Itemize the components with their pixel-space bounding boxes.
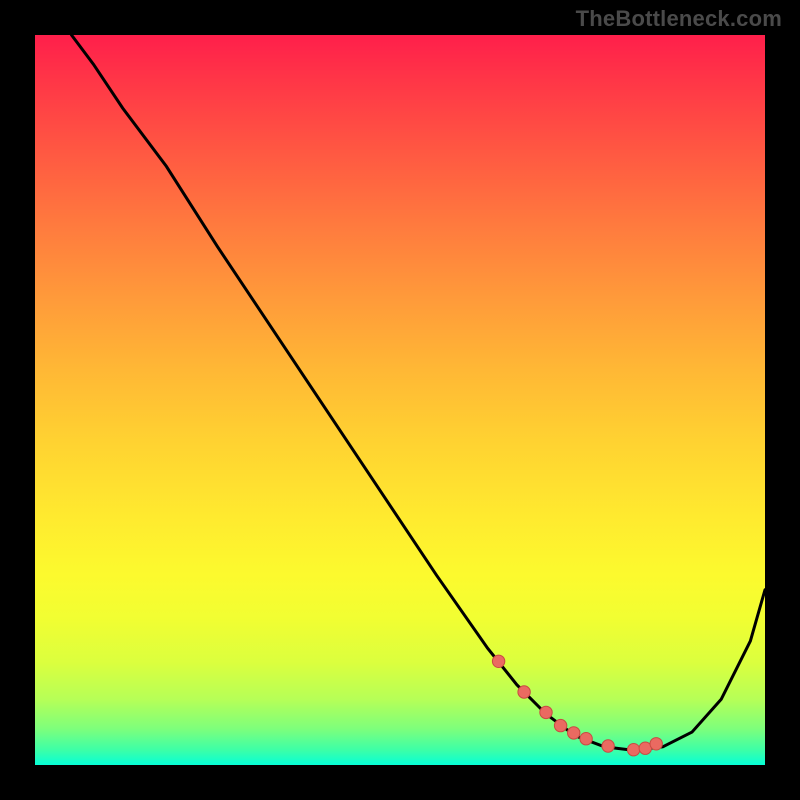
bottleneck-curve xyxy=(72,35,766,750)
plot-area xyxy=(35,35,765,765)
watermark-text: TheBottleneck.com xyxy=(576,6,782,32)
marker-point xyxy=(492,655,504,667)
marker-point xyxy=(554,719,566,731)
chart-stage: TheBottleneck.com xyxy=(0,0,800,800)
marker-point xyxy=(627,744,639,756)
marker-group xyxy=(492,655,662,756)
marker-point xyxy=(650,738,662,750)
marker-point xyxy=(540,706,552,718)
marker-point xyxy=(568,727,580,739)
marker-point xyxy=(602,740,614,752)
curve-overlay xyxy=(35,35,765,765)
marker-point xyxy=(580,733,592,745)
marker-point xyxy=(518,686,530,698)
